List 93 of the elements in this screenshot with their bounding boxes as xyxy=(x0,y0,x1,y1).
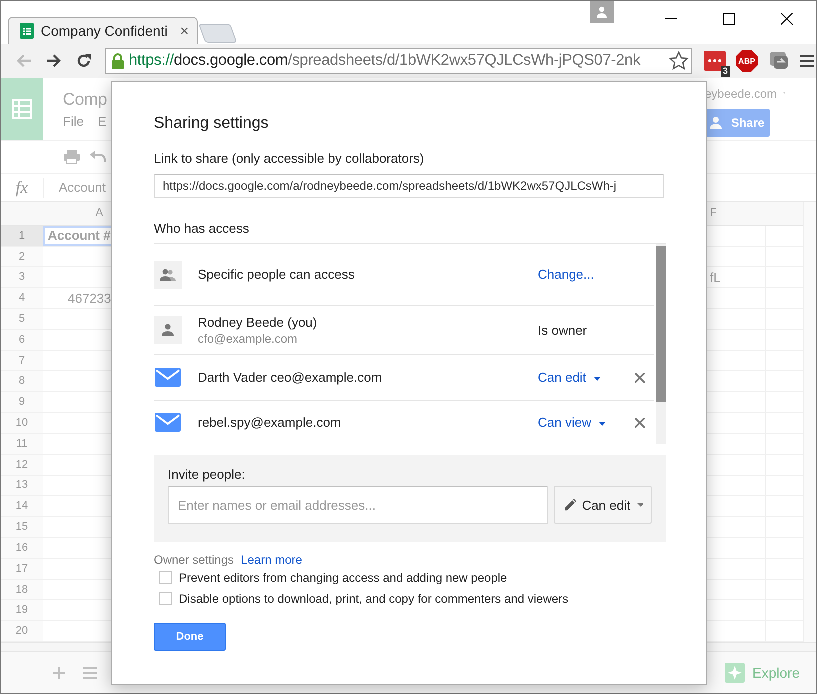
caret-icon xyxy=(636,503,643,507)
sheet-list-icon[interactable] xyxy=(83,666,97,678)
adblock-icon[interactable]: ABP xyxy=(736,50,758,72)
remove-icon[interactable] xyxy=(635,372,645,382)
share-button[interactable]: Share xyxy=(705,109,770,137)
explore-button[interactable]: Explore xyxy=(718,654,806,690)
row-number[interactable]: 15 xyxy=(1,517,43,537)
undo-icon[interactable] xyxy=(90,151,106,163)
cell-text: fL xyxy=(710,270,721,285)
row-number[interactable]: 3 xyxy=(1,267,43,288)
star-icon[interactable] xyxy=(669,51,689,71)
row-number[interactable]: 18 xyxy=(1,580,43,600)
vertical-scrollbar[interactable] xyxy=(803,202,816,642)
person-icon xyxy=(154,316,182,344)
row-number[interactable]: 11 xyxy=(1,434,43,454)
address-bar[interactable]: https://docs.google.com/spreadsheets/d/1bWK2wx57QJLCsWh-jPQS07-2nk xyxy=(105,48,692,74)
checkbox-label[interactable]: Prevent editors from changing access and adding new people xyxy=(179,570,508,584)
column-header[interactable]: F xyxy=(710,207,717,220)
row-number[interactable]: 2 xyxy=(1,246,43,266)
row-number[interactable]: 19 xyxy=(1,600,43,620)
tab-close[interactable]: × xyxy=(180,22,189,40)
row-number[interactable]: 14 xyxy=(1,496,43,516)
section-heading: Who has access xyxy=(154,221,250,237)
checkbox[interactable] xyxy=(159,592,172,605)
row-number[interactable]: 10 xyxy=(1,413,43,433)
new-tab-button[interactable] xyxy=(198,24,238,43)
column-header[interactable]: A xyxy=(96,207,104,220)
formula-text[interactable]: Account xyxy=(44,180,106,195)
pencil-icon xyxy=(565,498,576,512)
permission-button[interactable]: Can edit xyxy=(554,486,652,524)
tab-title: Company Confidenti xyxy=(41,23,169,39)
person-name: rebel.spy@example.com xyxy=(198,415,342,430)
address-text: https://docs.google.com/spreadsheets/d/1bWK2wx57QJLCsWh-jPQS07-2nk xyxy=(129,52,640,70)
person-name: Rodney Beede (you) xyxy=(198,314,318,330)
link-field[interactable]: https://docs.google.com/a/rodneybeede.com/spreadsheets/d/1bWK2wx57QJLCsWh-j xyxy=(154,174,664,198)
row-number[interactable]: 17 xyxy=(1,558,43,579)
caret-icon[interactable] xyxy=(599,422,606,426)
field-label: Invite people: xyxy=(168,467,246,482)
dialog-title: Sharing settings xyxy=(154,114,270,134)
people-icon xyxy=(154,260,182,288)
spreadsheet-logo[interactable] xyxy=(1,78,43,140)
forward-icon[interactable] xyxy=(46,54,62,68)
scrollbar[interactable] xyxy=(656,244,666,444)
document-title[interactable]: Comp xyxy=(63,90,108,110)
row-number[interactable]: 13 xyxy=(1,476,43,496)
row-number[interactable]: 8 xyxy=(1,371,43,392)
menu-icon[interactable] xyxy=(800,54,814,68)
section-label: Owner settings xyxy=(154,553,234,567)
checkbox[interactable] xyxy=(159,571,172,584)
change-link[interactable]: Change... xyxy=(538,267,594,282)
account-name[interactable]: eybeede.com xyxy=(705,87,778,101)
checkbox-label[interactable]: Disable options to download, print, and copy for commenters and viewers xyxy=(179,592,569,606)
spreadsheet-icon xyxy=(19,23,35,39)
permission-dropdown[interactable]: Can view xyxy=(538,415,606,430)
role-label: Is owner xyxy=(538,322,588,338)
reload-icon[interactable] xyxy=(76,53,92,69)
notification-badge: 3 xyxy=(720,66,730,77)
print-icon[interactable] xyxy=(64,150,80,164)
scrollbar-thumb[interactable] xyxy=(656,246,666,402)
add-sheet-icon[interactable] xyxy=(53,666,65,678)
row-number[interactable]: 20 xyxy=(1,621,43,642)
minimize-icon[interactable] xyxy=(665,18,677,20)
maximize-icon[interactable] xyxy=(723,13,735,25)
person-name: Darth Vader ceo@example.com xyxy=(198,370,384,385)
permission-dropdown[interactable]: Can edit xyxy=(538,370,602,385)
row-number[interactable]: 5 xyxy=(1,309,43,329)
field-label: Link to share (only accessible by collaborators) xyxy=(154,151,426,167)
person-email: cfo@example.com xyxy=(198,332,299,346)
invite-field[interactable]: Enter names or email addresses... xyxy=(168,486,548,524)
menu-item[interactable]: File xyxy=(63,114,84,129)
remove-icon[interactable] xyxy=(635,418,645,428)
mail-icon xyxy=(155,413,181,432)
learn-more-link[interactable]: Learn more xyxy=(241,553,302,567)
lock-icon xyxy=(111,52,125,70)
row-number[interactable]: 6 xyxy=(1,330,43,350)
access-setting: Specific people can access xyxy=(198,267,356,282)
row-number[interactable]: 16 xyxy=(1,538,43,558)
mail-icon xyxy=(155,368,181,387)
row-number[interactable]: 1 xyxy=(1,226,43,246)
browser-tab[interactable]: Company Confidenti × xyxy=(8,17,198,44)
cell-text: 467233 xyxy=(67,290,112,306)
sparkle-icon xyxy=(724,662,745,682)
profile-icon[interactable] xyxy=(590,1,614,23)
row-number[interactable]: 12 xyxy=(1,454,43,475)
caret-icon[interactable] xyxy=(594,376,602,381)
menu-item[interactable]: E xyxy=(98,114,107,129)
done-button[interactable]: Done xyxy=(154,623,226,651)
close-icon[interactable] xyxy=(781,13,793,25)
row-number[interactable]: 4 xyxy=(1,288,43,308)
row-number[interactable]: 9 xyxy=(1,392,43,412)
back-icon[interactable] xyxy=(16,54,32,68)
row-number[interactable]: 7 xyxy=(1,350,43,370)
cell-text: Account # xyxy=(48,228,111,244)
